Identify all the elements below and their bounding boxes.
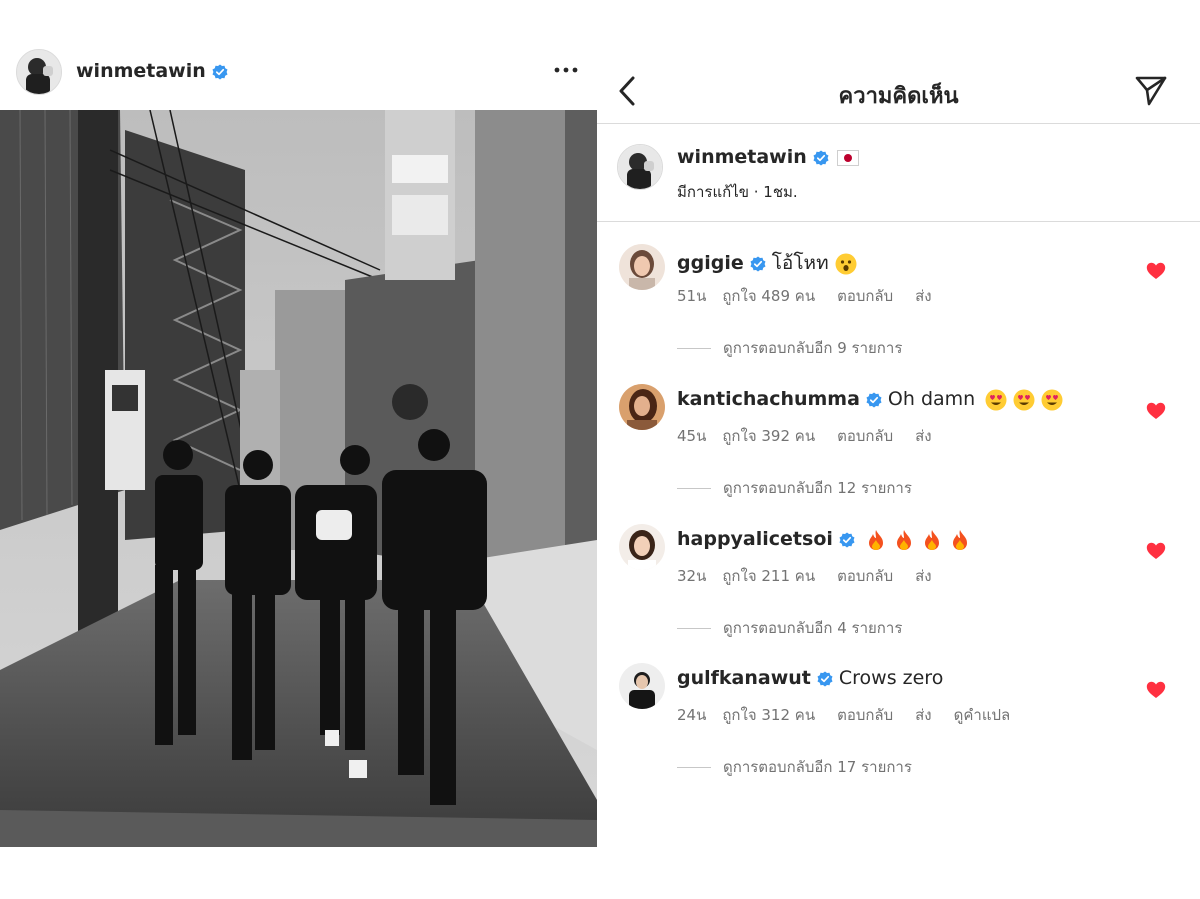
comment-meta: 45น ถูกใจ 392 คน ตอบกลับ ส่ง xyxy=(677,424,954,448)
post-author-avatar[interactable] xyxy=(16,49,62,95)
fire-emoji-icon xyxy=(896,529,911,550)
verified-badge-icon xyxy=(212,64,228,79)
comment-meta: 51น ถูกใจ 489 คน ตอบกลับ ส่ง xyxy=(677,284,954,308)
commenter-username[interactable]: ggigie xyxy=(677,252,744,274)
view-replies-link[interactable]: ดูการตอบกลับอีก 17 รายการ xyxy=(677,755,912,779)
comment-reply-button[interactable]: ตอบกลับ xyxy=(837,287,893,305)
comment-item: gulfkanawut Crows zero 24น ถูกใจ 312 คน ตอบ… xyxy=(597,663,1200,803)
japan-flag-icon xyxy=(836,149,859,166)
liked-heart-icon[interactable] xyxy=(1146,681,1166,699)
comment-text-line: kantichachumma Oh damn xyxy=(677,388,1063,411)
verified-badge-icon xyxy=(866,392,882,407)
comment-item: kantichachumma Oh damn 45น ถูกใจ 392 คน ตอบ… xyxy=(597,384,1200,524)
commenter-avatar[interactable] xyxy=(619,384,665,430)
liked-heart-icon[interactable] xyxy=(1146,262,1166,280)
heart-eyes-emoji-icon xyxy=(985,389,1007,410)
comment-text-line: gulfkanawut Crows zero xyxy=(677,667,943,689)
more-options-icon[interactable] xyxy=(552,60,580,80)
fire-emoji-icon xyxy=(924,529,939,550)
comment-reply-button[interactable]: ตอบกลับ xyxy=(837,567,893,585)
view-replies-link[interactable]: ดูการตอบกลับอีก 9 รายการ xyxy=(677,336,902,360)
comment-text-line: ggigie โอ้โหท xyxy=(677,248,857,278)
share-send-icon[interactable] xyxy=(1133,72,1169,108)
comment-item: ggigie โอ้โหท 51น ถูกใจ 489 คน ตอบกลับ ส่ง ด… xyxy=(597,244,1200,384)
comment-reply-button[interactable]: ตอบกลับ xyxy=(837,427,893,445)
caption-author-avatar[interactable] xyxy=(617,144,663,190)
commenter-avatar[interactable] xyxy=(619,524,665,570)
comment-time: 32น xyxy=(677,567,707,585)
view-replies-link[interactable]: ดูการตอบกลับอีก 4 รายการ xyxy=(677,616,902,640)
comment-send-button[interactable]: ส่ง xyxy=(915,287,931,305)
liked-heart-icon[interactable] xyxy=(1146,542,1166,560)
post-panel: winmetawin xyxy=(0,0,597,899)
comment-text: โอ้โหท xyxy=(771,252,829,274)
comment-item: happyalicetsoi 32น ถูกใจ 211 คน ตอบกลับ ส่ง… xyxy=(597,524,1200,664)
commenter-username[interactable]: kantichachumma xyxy=(677,388,860,410)
comment-likes-link[interactable]: ถูกใจ 312 คน xyxy=(722,706,815,724)
comment-time: 24น xyxy=(677,706,707,724)
post-username-label: winmetawin xyxy=(76,60,206,82)
verified-badge-icon xyxy=(813,150,829,165)
comment-reply-button[interactable]: ตอบกลับ xyxy=(837,706,893,724)
comment-meta: 24น ถูกใจ 312 คน ตอบกลับ ส่ง ดูคำแปล xyxy=(677,703,1032,727)
street-photo-image xyxy=(0,110,597,847)
liked-heart-icon[interactable] xyxy=(1146,402,1166,420)
comments-panel: ความคิดเห็น winmetawin มีการแก้ไข · 1ชม.… xyxy=(597,0,1200,899)
post-caption: winmetawin มีการแก้ไข · 1ชม. xyxy=(597,124,1200,222)
comment-likes-link[interactable]: ถูกใจ 392 คน xyxy=(722,427,815,445)
comment-likes-link[interactable]: ถูกใจ 211 คน xyxy=(722,567,815,585)
heart-eyes-emoji-icon xyxy=(1013,389,1035,410)
caption-username-label: winmetawin xyxy=(677,146,807,168)
comments-header: ความคิดเห็น xyxy=(597,60,1200,124)
comment-time: 45น xyxy=(677,427,707,445)
caption-username[interactable]: winmetawin xyxy=(677,146,859,168)
comment-translate-button[interactable]: ดูคำแปล xyxy=(954,706,1011,724)
commenter-username[interactable]: gulfkanawut xyxy=(677,667,811,689)
comment-send-button[interactable]: ส่ง xyxy=(915,567,931,585)
comment-meta: 32น ถูกใจ 211 คน ตอบกลับ ส่ง xyxy=(677,564,954,588)
comment-likes-link[interactable]: ถูกใจ 489 คน xyxy=(722,287,815,305)
heart-eyes-emoji-icon xyxy=(1041,389,1063,410)
verified-badge-icon xyxy=(839,532,855,547)
commenter-avatar[interactable] xyxy=(619,244,665,290)
fire-emoji-icon xyxy=(868,529,883,550)
astonished-face-emoji-icon xyxy=(835,253,857,274)
comment-text-line: happyalicetsoi xyxy=(677,528,971,551)
post-photo[interactable] xyxy=(0,110,597,847)
fire-emoji-icon xyxy=(952,529,967,550)
verified-badge-icon xyxy=(750,256,766,271)
comment-send-button[interactable]: ส่ง xyxy=(915,706,931,724)
post-header: winmetawin xyxy=(0,46,597,100)
comment-text: Oh damn xyxy=(887,388,976,410)
comments-title: ความคิดเห็น xyxy=(838,84,959,109)
post-author-username[interactable]: winmetawin xyxy=(76,60,228,82)
comment-send-button[interactable]: ส่ง xyxy=(915,427,931,445)
comment-time: 51น xyxy=(677,287,707,305)
commenter-avatar[interactable] xyxy=(619,663,665,709)
verified-badge-icon xyxy=(817,671,833,686)
caption-meta: มีการแก้ไข · 1ชม. xyxy=(677,183,798,201)
comment-text: Crows zero xyxy=(838,667,944,689)
view-replies-link[interactable]: ดูการตอบกลับอีก 12 รายการ xyxy=(677,476,912,500)
commenter-username[interactable]: happyalicetsoi xyxy=(677,528,833,550)
